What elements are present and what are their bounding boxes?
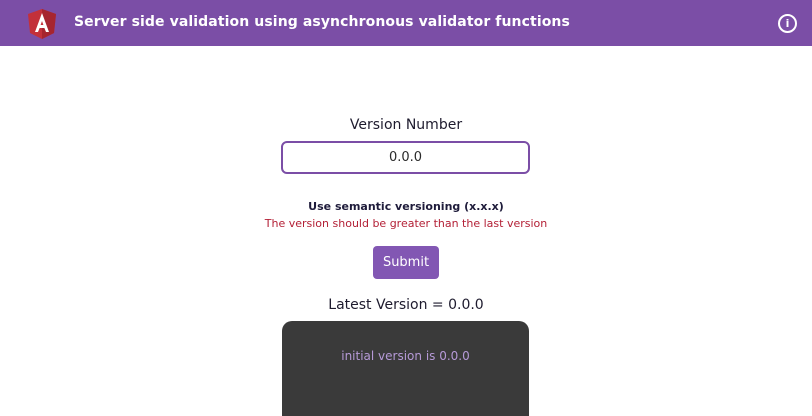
console-message: initial version is 0.0.0	[341, 349, 470, 363]
info-glyph: i	[785, 17, 790, 30]
latest-version-text: Latest Version = 0.0.0	[328, 297, 484, 313]
validation-error-message: The version should be greater than the l…	[264, 217, 548, 230]
app-bar: Server side validation using asynchronou…	[0, 0, 812, 46]
version-number-input[interactable]	[281, 141, 530, 174]
version-number-label: Version Number	[349, 117, 463, 133]
info-icon[interactable]: i	[778, 14, 797, 33]
console-output-panel: initial version is 0.0.0	[282, 321, 529, 416]
app-title: Server side validation using asynchronou…	[74, 14, 570, 30]
submit-button[interactable]: Submit	[373, 246, 439, 279]
angular-logo-icon	[28, 9, 56, 39]
semantic-versioning-hint: Use semantic versioning (x.x.x)	[308, 200, 504, 213]
